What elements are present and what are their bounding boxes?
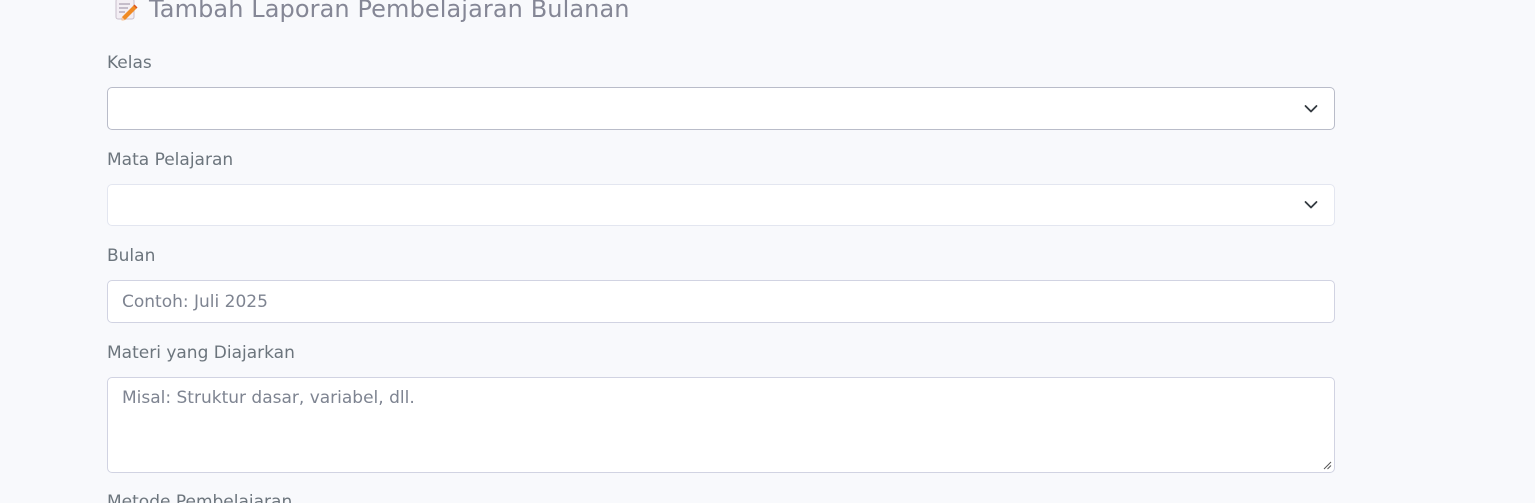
materi-label: Materi yang Diajarkan [107, 343, 295, 363]
materi-placeholder: Misal: Struktur dasar, variabel, dll. [122, 388, 415, 408]
bulan-placeholder: Contoh: Juli 2025 [122, 291, 268, 312]
materi-textarea[interactable]: Misal: Struktur dasar, variabel, dll. [107, 377, 1335, 473]
mata-pelajaran-select[interactable] [107, 184, 1335, 226]
resize-handle-icon[interactable] [1322, 460, 1332, 470]
page-header: Tambah Laporan Pembelajaran Bulanan [113, 0, 630, 24]
bulan-label: Bulan [107, 246, 156, 266]
bulan-input[interactable]: Contoh: Juli 2025 [107, 280, 1335, 323]
report-form-page: Tambah Laporan Pembelajaran Bulanan Kela… [0, 0, 1535, 503]
metode-label: Metode Pembelajaran [107, 492, 293, 503]
kelas-select[interactable] [107, 87, 1335, 130]
page-title: Tambah Laporan Pembelajaran Bulanan [149, 0, 630, 23]
mata-pelajaran-label: Mata Pelajaran [107, 150, 234, 170]
chevron-down-icon [1304, 104, 1318, 112]
memo-icon [113, 0, 139, 22]
kelas-label: Kelas [107, 53, 152, 73]
chevron-down-icon [1304, 201, 1318, 209]
